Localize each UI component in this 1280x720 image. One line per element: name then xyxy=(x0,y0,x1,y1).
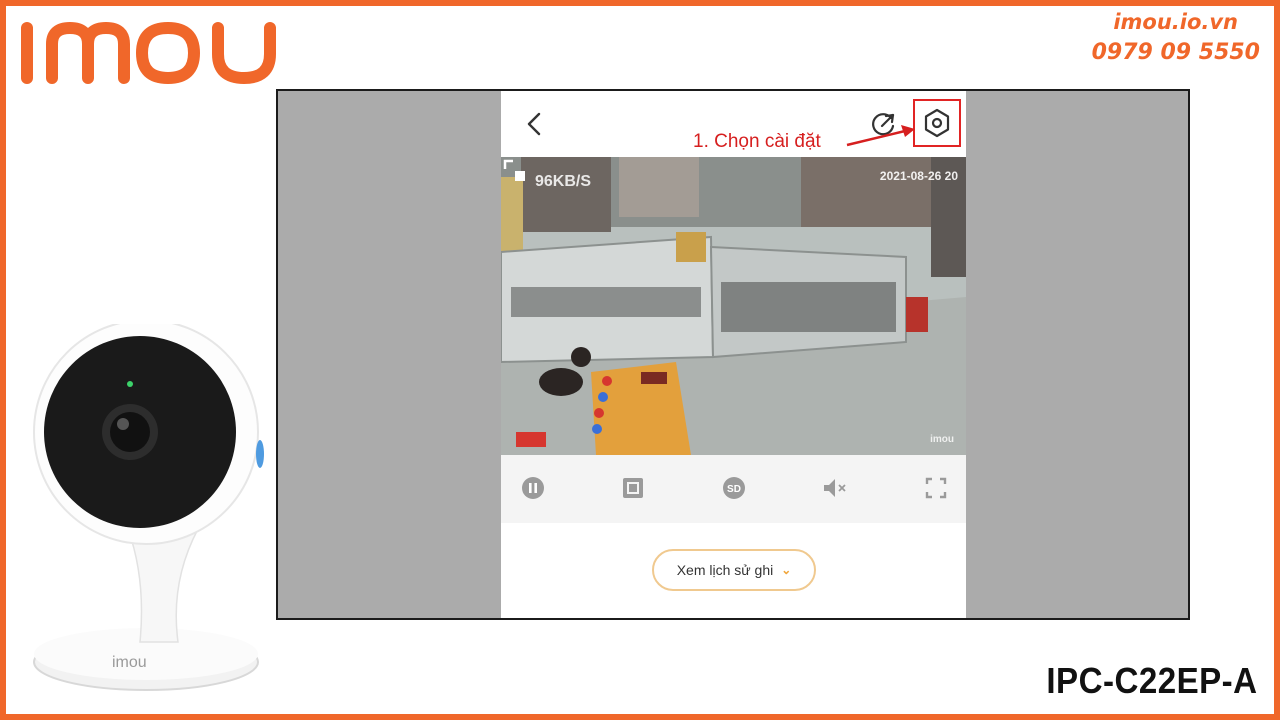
back-button[interactable] xyxy=(521,109,549,139)
app-screenshot-frame: 1. Chọn cài đặt 96KB/S 2021-08-26 20 imo… xyxy=(276,89,1190,620)
player-controls: SD xyxy=(501,455,966,523)
video-scene xyxy=(501,157,966,455)
chevron-left-icon xyxy=(527,112,541,136)
fullscreen-icon xyxy=(925,477,947,499)
grid-icon xyxy=(623,478,643,498)
model-number: IPC-C22EP-A xyxy=(1046,660,1258,701)
bitrate-indicator: 96KB/S xyxy=(535,173,592,190)
settings-highlight-box xyxy=(913,99,961,147)
sd-label: SD xyxy=(727,484,741,495)
app-header: 1. Chọn cài đặt xyxy=(501,91,966,157)
camera-product-photo: imou xyxy=(28,319,278,694)
video-watermark: imou xyxy=(930,434,954,445)
speaker-mute-icon xyxy=(824,479,846,497)
expand-corner-icon[interactable] xyxy=(501,157,529,185)
annotation-label: 1. Chọn cài đặt xyxy=(693,131,821,152)
annotation-arrow-icon xyxy=(846,125,915,147)
imou-logo xyxy=(18,14,280,90)
multi-screen-button[interactable] xyxy=(618,473,648,503)
fullscreen-button[interactable] xyxy=(921,473,951,503)
history-section: Xem lịch sử ghi ⌄ xyxy=(501,523,966,618)
view-history-button[interactable]: Xem lịch sử ghi ⌄ xyxy=(652,549,816,591)
camera-base-logo: imou xyxy=(112,654,147,671)
phone-number: 0979 09 5550 xyxy=(1091,40,1260,65)
settings-button[interactable] xyxy=(920,106,954,140)
imou-logo-mark xyxy=(21,21,276,85)
phone-screen: 1. Chọn cài đặt 96KB/S 2021-08-26 20 imo… xyxy=(501,91,966,618)
hexagon-gear-icon xyxy=(924,108,950,138)
double-chevron-down-icon: ⌄ xyxy=(781,563,792,577)
website-text: imou.io.vn xyxy=(1113,10,1238,34)
pause-icon xyxy=(522,477,544,499)
live-video-feed[interactable]: 96KB/S 2021-08-26 20 imou xyxy=(501,157,966,455)
view-history-label: Xem lịch sử ghi xyxy=(676,562,774,578)
camera-image: imou xyxy=(33,319,264,691)
sd-quality-button[interactable]: SD xyxy=(719,473,749,503)
pause-button[interactable] xyxy=(518,473,548,503)
video-timestamp: 2021-08-26 20 xyxy=(879,169,958,183)
sd-icon: SD xyxy=(723,477,745,499)
mute-button[interactable] xyxy=(819,473,849,503)
